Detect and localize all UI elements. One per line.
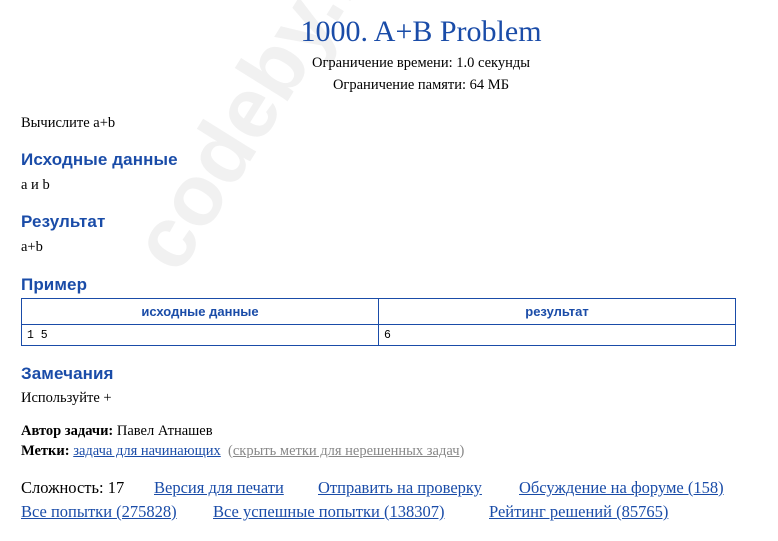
- time-limit: Ограничение времени: 1.0 секунды: [311, 55, 531, 71]
- tag-link-beginner[interactable]: задача для начинающих: [73, 443, 221, 459]
- input-heading: Исходные данные: [21, 150, 178, 169]
- sample-output-header: результат: [378, 298, 736, 325]
- memory-limit: Ограничение памяти: 64 МБ: [332, 77, 510, 93]
- tags-line: Метки: задача для начинающих (скрыть мет…: [21, 443, 464, 460]
- successful-attempts-link[interactable]: Все успешные попытки (138307): [213, 502, 444, 522]
- all-attempts-link[interactable]: Все попытки (275828): [21, 502, 177, 522]
- difficulty-text: Сложность: 17: [21, 478, 125, 497]
- problem-statement: Вычислите a+b: [21, 115, 116, 131]
- rating-link[interactable]: Рейтинг решений (85765): [489, 502, 668, 522]
- output-description: a+b: [21, 239, 43, 255]
- tags-close-paren: ): [459, 443, 465, 459]
- sample-heading: Пример: [21, 275, 88, 294]
- hide-tags-link[interactable]: скрыть метки для нерешенных задач: [233, 443, 460, 459]
- sample-input-header: исходные данные: [21, 298, 379, 325]
- submit-link[interactable]: Отправить на проверку: [318, 478, 482, 498]
- input-description: a и b: [21, 177, 50, 193]
- author-label: Автор задачи:: [21, 423, 114, 439]
- sample-output-cell: 6: [378, 324, 736, 346]
- sample-input-cell: 1 5: [21, 324, 379, 346]
- notes-text: Используйте +: [21, 390, 112, 406]
- page-title: 1000. A+B Problem: [300, 15, 542, 48]
- tags-label: Метки:: [21, 443, 70, 459]
- sample-header-row: исходные данные результат: [21, 298, 736, 325]
- output-heading: Результат: [21, 212, 106, 231]
- sample-table: исходные данные результат 1 5 6: [21, 298, 736, 346]
- forum-link[interactable]: Обсуждение на форуме (158): [519, 478, 724, 498]
- author-name: Павел Атнашев: [116, 423, 213, 439]
- print-version-link[interactable]: Версия для печати: [154, 478, 284, 498]
- author-line: Автор задачи: Павел Атнашев: [21, 423, 213, 440]
- notes-heading: Замечания: [21, 364, 114, 383]
- table-row: 1 5 6: [21, 324, 736, 346]
